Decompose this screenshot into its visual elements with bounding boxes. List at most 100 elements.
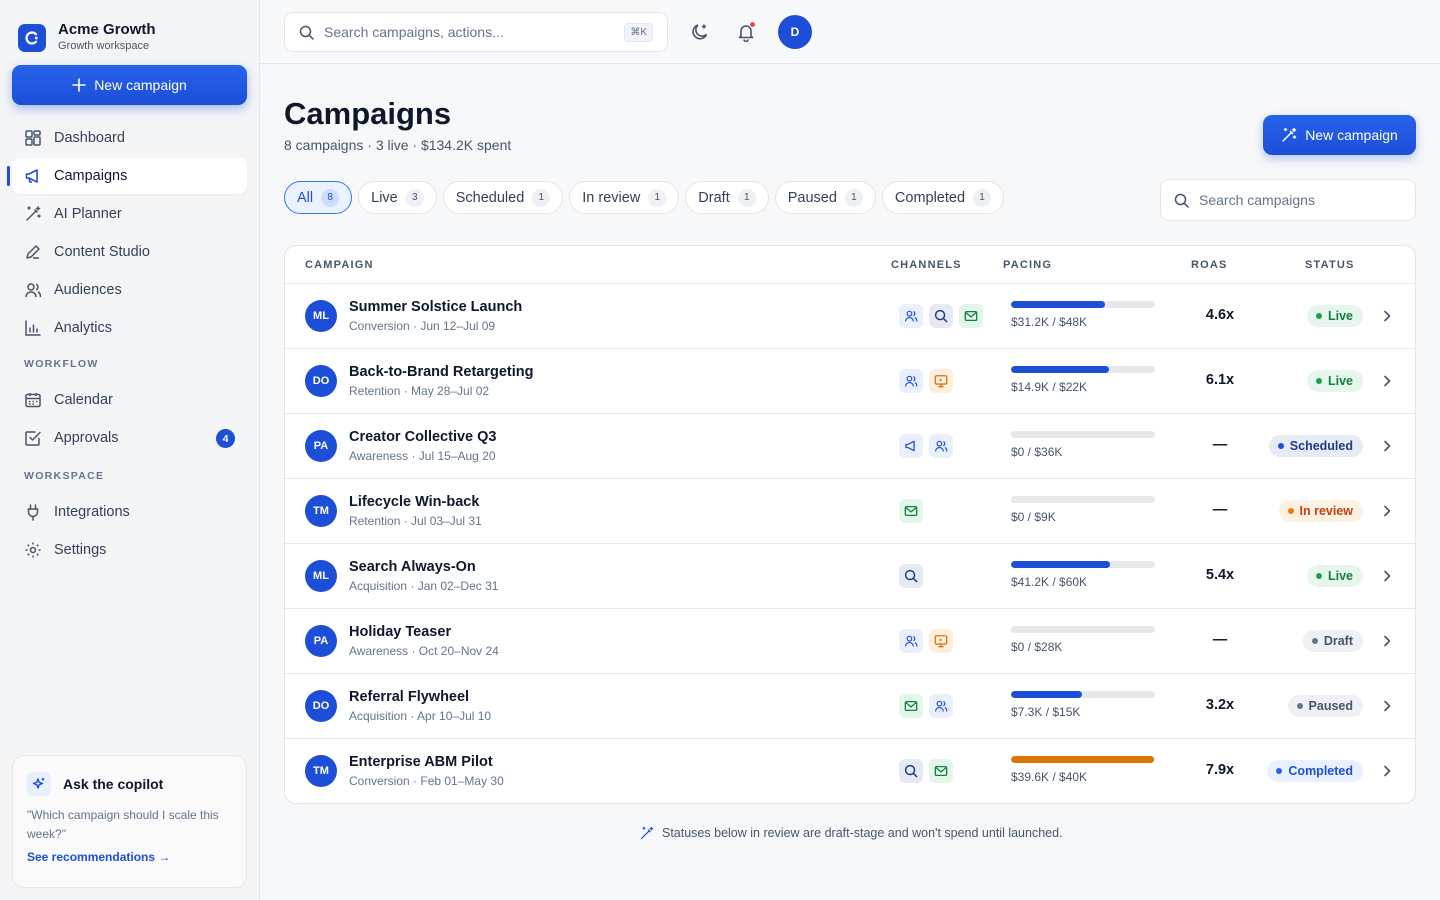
moon-icon	[692, 24, 708, 40]
global-search-input[interactable]	[324, 24, 604, 40]
user-avatar[interactable]: D	[778, 15, 812, 49]
col-campaign[interactable]: CAMPAIGN	[305, 259, 374, 271]
roas-value: —	[1212, 632, 1228, 648]
notifications-button[interactable]	[730, 16, 762, 48]
calendar-icon	[25, 393, 41, 408]
chevron-right-icon[interactable]	[1379, 308, 1395, 324]
channel-mail-icon	[899, 499, 923, 523]
chevron-right-icon[interactable]	[1379, 568, 1395, 584]
table-row[interactable]: PA Holiday Teaser Awareness · Oct 20–Nov…	[285, 609, 1415, 674]
owner-avatar: ML	[305, 300, 337, 332]
owner-avatar: DO	[305, 365, 337, 397]
campaign-search[interactable]	[1160, 179, 1416, 221]
channel-users-icon	[899, 369, 923, 393]
channel-mail-icon	[959, 304, 983, 328]
sidebar-item-approvals[interactable]: Approvals 4	[12, 420, 247, 456]
magic-wand-icon	[641, 826, 654, 839]
chevron-right-icon[interactable]	[1379, 438, 1395, 454]
campaign-name[interactable]: Summer Solstice Launch	[349, 299, 522, 315]
campaign-name[interactable]: Enterprise ABM Pilot	[349, 754, 493, 770]
table-row[interactable]: TM Enterprise ABM Pilot Conversion · Feb…	[285, 739, 1415, 803]
campaign-name[interactable]: Creator Collective Q3	[349, 429, 496, 445]
status-badge: Live	[1306, 565, 1363, 587]
owner-avatar: TM	[305, 495, 337, 527]
theme-toggle-button[interactable]	[684, 16, 716, 48]
pacing-text: $14.9K / $22K	[1011, 380, 1088, 394]
pacing-fill	[1011, 301, 1105, 308]
campaign-name[interactable]: Back-to-Brand Retargeting	[349, 364, 534, 380]
sidebar-item-integrations[interactable]: Integrations	[12, 494, 247, 530]
sidebar-item-dashboard[interactable]: Dashboard	[12, 120, 247, 156]
sidebar-item-settings[interactable]: Settings	[12, 532, 247, 568]
brand[interactable]: Acme Growth Growth workspace	[18, 22, 156, 54]
filter-completed[interactable]: Completed 1	[881, 181, 1005, 214]
chevron-right-icon[interactable]	[1379, 633, 1395, 649]
table-row[interactable]: ML Summer Solstice Launch Conversion · J…	[285, 284, 1415, 349]
filter-paused[interactable]: Paused 1	[774, 181, 876, 214]
pen-icon	[26, 245, 40, 259]
magic-wand-icon	[26, 206, 41, 221]
sidebar-item-campaigns[interactable]: Campaigns	[7, 158, 247, 194]
channel-users-icon	[929, 434, 953, 458]
pacing-text: $31.2K / $48K	[1011, 315, 1088, 329]
sidebar-item-content-studio[interactable]: Content Studio	[12, 234, 247, 270]
sidebar-item-audiences[interactable]: Audiences	[12, 272, 247, 308]
col-status[interactable]: STATUS	[1305, 259, 1355, 271]
filter-label: Scheduled	[455, 189, 525, 206]
channel-users-icon	[929, 694, 953, 718]
new-campaign-button[interactable]: New campaign	[1263, 115, 1416, 155]
notification-dot	[749, 21, 756, 28]
filter-in-review[interactable]: In review 1	[569, 181, 680, 214]
col-roas[interactable]: ROAS	[1191, 259, 1228, 271]
status-dot	[1296, 703, 1303, 709]
roas-value: 7.9x	[1205, 762, 1235, 778]
new-campaign-sidebar-button[interactable]: New campaign	[12, 65, 247, 105]
sidebar-item-calendar[interactable]: Calendar	[12, 382, 247, 418]
campaigns-table: CAMPAIGN CHANNELS PACING ROAS STATUS ML …	[284, 245, 1416, 804]
status-badge: In review	[1278, 500, 1363, 522]
status-label: Completed	[1288, 764, 1353, 778]
filter-live[interactable]: Live 3	[358, 181, 437, 214]
chevron-right-icon[interactable]	[1379, 698, 1395, 714]
pacing-text: $0 / $28K	[1011, 640, 1063, 654]
global-search[interactable]: ⌘K	[284, 12, 668, 52]
status-badge: Draft	[1302, 630, 1363, 652]
status-label: Scheduled	[1289, 439, 1353, 453]
chevron-right-icon[interactable]	[1379, 763, 1395, 779]
campaign-name[interactable]: Search Always-On	[349, 559, 476, 575]
table-row[interactable]: DO Back-to-Brand Retargeting Retention ·…	[285, 349, 1415, 414]
workspace-name: Growth workspace	[58, 40, 150, 52]
campaign-name[interactable]: Referral Flywheel	[349, 689, 469, 705]
roas-value: 3.2x	[1205, 697, 1235, 713]
sidebar-item-analytics[interactable]: Analytics	[12, 310, 247, 346]
pacing-fill	[1011, 691, 1082, 698]
search-icon	[299, 25, 314, 40]
campaign-search-input[interactable]	[1199, 192, 1399, 208]
campaign-name[interactable]: Lifecycle Win-back	[349, 494, 479, 510]
channel-list	[899, 759, 953, 783]
owner-avatar: TM	[305, 755, 337, 787]
roas-value: —	[1212, 502, 1228, 518]
sparkle-icon	[27, 772, 51, 796]
new-campaign-sidebar-label: New campaign	[94, 77, 187, 93]
table-row[interactable]: TM Lifecycle Win-back Retention · Jul 03…	[285, 479, 1415, 544]
col-pacing[interactable]: PACING	[1003, 259, 1052, 271]
chevron-right-icon[interactable]	[1379, 503, 1395, 519]
see-recommendations-link[interactable]: See recommendations →	[27, 850, 232, 864]
plug-icon	[27, 504, 39, 521]
table-row[interactable]: PA Creator Collective Q3 Awareness · Jul…	[285, 414, 1415, 479]
pacing-fill	[1011, 756, 1154, 763]
filter-all[interactable]: All 8	[284, 181, 353, 214]
filter-scheduled[interactable]: Scheduled 1	[442, 181, 564, 214]
filter-count: 1	[532, 188, 551, 207]
table-row[interactable]: DO Referral Flywheel Acquisition · Apr 1…	[285, 674, 1415, 739]
sidebar-item-ai-planner[interactable]: AI Planner	[12, 196, 247, 232]
campaign-meta: Awareness · Oct 20–Nov 24	[349, 644, 499, 658]
campaign-name[interactable]: Holiday Teaser	[349, 624, 451, 640]
filter-draft[interactable]: Draft 1	[685, 181, 769, 214]
status-label: Live	[1327, 374, 1353, 388]
channel-list	[899, 369, 953, 393]
table-row[interactable]: ML Search Always-On Acquisition · Jan 02…	[285, 544, 1415, 609]
sidebar: Acme Growth Growth workspace New campaig…	[0, 0, 260, 900]
chevron-right-icon[interactable]	[1379, 373, 1395, 389]
